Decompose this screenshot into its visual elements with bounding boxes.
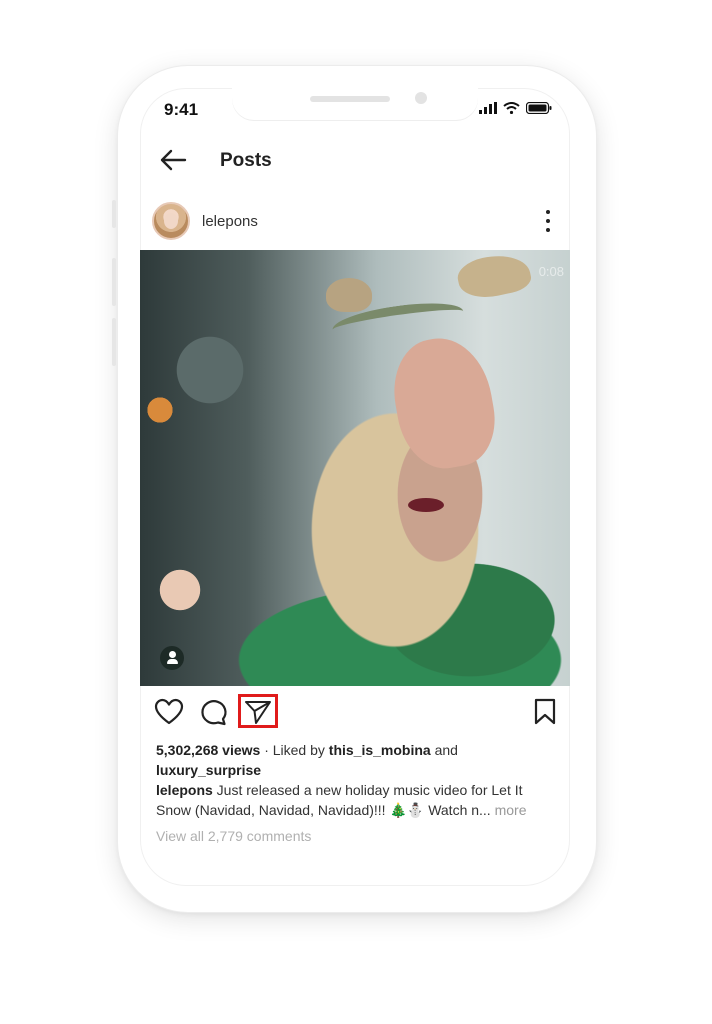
liked-by-and: and [430, 742, 458, 758]
post-actions [140, 694, 570, 730]
front-camera [415, 92, 427, 104]
user-tag-icon[interactable] [160, 646, 184, 670]
liked-by-label: · Liked by [260, 742, 329, 758]
phone-volume-down [112, 318, 116, 366]
liked-by-user-2[interactable]: luxury_surprise [156, 762, 261, 778]
avatar[interactable] [152, 202, 190, 240]
battery-icon [526, 102, 552, 114]
wifi-icon [503, 102, 520, 114]
status-icons [479, 102, 552, 114]
comment-icon[interactable] [198, 698, 228, 726]
page-title: Posts [220, 150, 272, 171]
post-caption: 5,302,268 views · Liked by this_is_mobin… [156, 740, 556, 820]
views-count[interactable]: 5,302,268 views [156, 742, 260, 758]
phone-volume-up [112, 258, 116, 306]
back-arrow-icon[interactable] [158, 148, 188, 172]
video-timer: 0:08 [538, 264, 564, 279]
status-time: 9:41 [164, 100, 199, 119]
bookmark-icon[interactable] [530, 698, 560, 726]
caption-body: lelepons Just released a new holiday mus… [156, 780, 556, 820]
more-link[interactable]: more [491, 802, 527, 818]
heart-icon[interactable] [154, 698, 184, 726]
liked-by-user-1[interactable]: this_is_mobina [329, 742, 431, 758]
antler-left [326, 278, 372, 312]
phone-screen: 9:41 Posts lelepons 0:08 5,302,268 views… [140, 88, 570, 886]
avatar-face [164, 213, 178, 229]
caption-username[interactable]: lelepons [156, 782, 213, 798]
phone-side-button [112, 200, 116, 228]
likes-line-2: luxury_surprise [156, 760, 556, 780]
view-comments-link[interactable]: View all 2,779 comments [156, 828, 311, 844]
likes-line: 5,302,268 views · Liked by this_is_mobin… [156, 740, 556, 760]
notch [232, 88, 478, 120]
more-vertical-icon[interactable] [542, 210, 554, 232]
post-video[interactable]: 0:08 [140, 250, 570, 686]
speaker [310, 96, 390, 102]
mouth [408, 498, 444, 512]
post-username[interactable]: lelepons [202, 213, 258, 230]
hand [385, 330, 503, 476]
signal-icon [479, 102, 497, 114]
post-header: lelepons [140, 196, 570, 246]
send-icon[interactable] [243, 698, 273, 726]
antler-right [454, 250, 534, 304]
